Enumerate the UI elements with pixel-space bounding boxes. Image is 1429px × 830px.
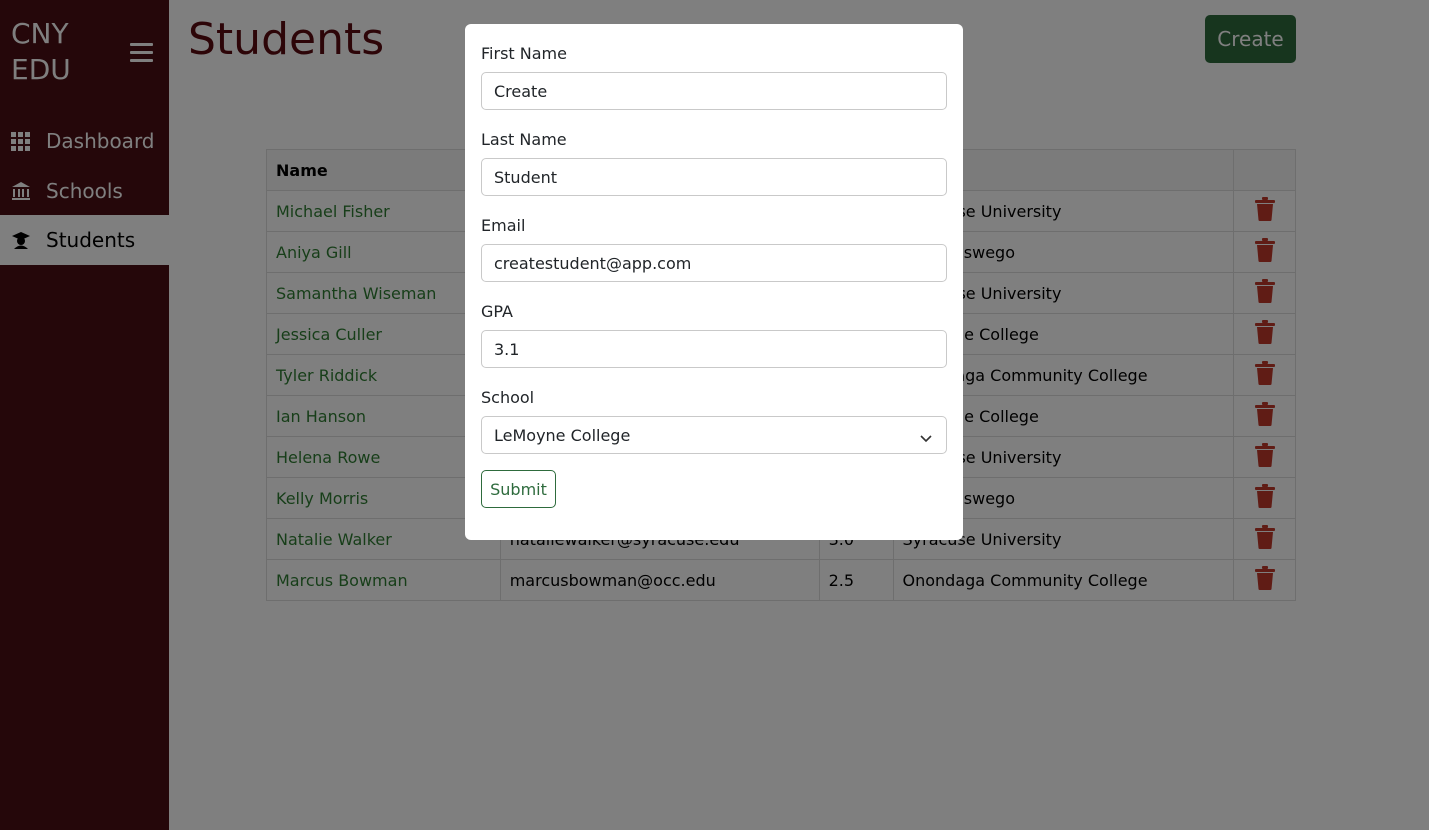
school-select[interactable]: LeMoyne College bbox=[481, 416, 947, 454]
school-label: School bbox=[481, 388, 535, 407]
submit-button[interactable]: Submit bbox=[481, 470, 556, 508]
create-student-modal: First Name Create Last Name Student Emai… bbox=[465, 24, 963, 540]
chevron-down-icon bbox=[920, 429, 932, 443]
school-select-value: LeMoyne College bbox=[494, 425, 631, 445]
gpa-input[interactable]: 3.1 bbox=[481, 330, 947, 368]
email-input[interactable]: createstudent@app.com bbox=[481, 244, 947, 282]
first-name-input[interactable]: Create bbox=[481, 72, 947, 110]
email-label: Email bbox=[481, 216, 526, 235]
gpa-label: GPA bbox=[481, 302, 513, 321]
last-name-input[interactable]: Student bbox=[481, 158, 947, 196]
first-name-label: First Name bbox=[481, 44, 567, 63]
last-name-label: Last Name bbox=[481, 130, 567, 149]
